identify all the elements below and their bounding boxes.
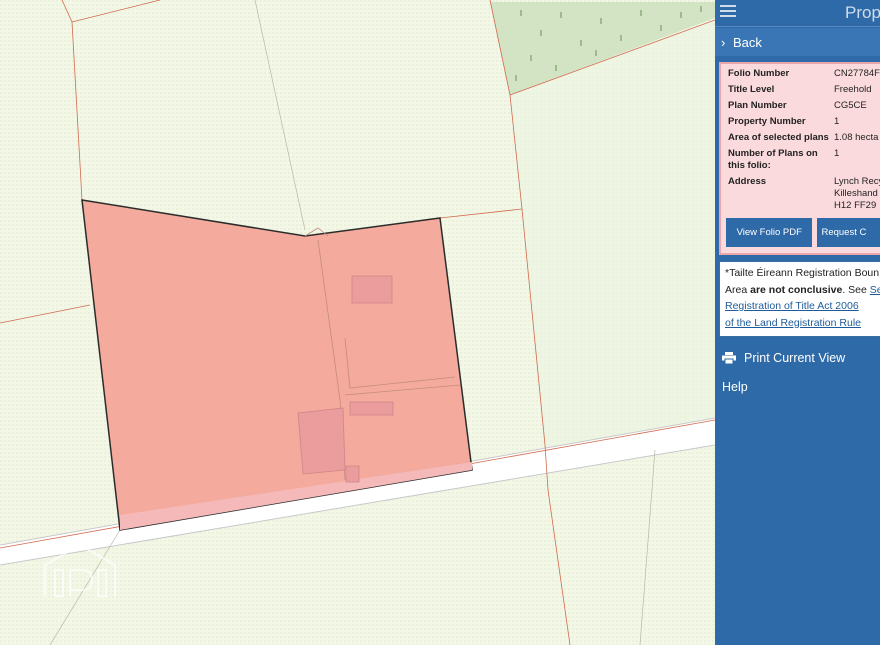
panel-title: Prop [845, 3, 880, 22]
map-canvas[interactable] [0, 0, 715, 645]
folio-number-label: Folio Number [728, 68, 790, 79]
folio-number-value: CN27784F [834, 68, 880, 79]
view-folio-pdf-button[interactable]: View Folio PDF [726, 218, 813, 247]
folio-actions: View Folio PDF Request C [721, 218, 880, 247]
folio-details-card: Folio Number CN27784F Title Level Freeho… [719, 62, 880, 255]
address-line: Lynch Recy [834, 176, 880, 187]
plan-number-value: CG5CE [834, 100, 867, 111]
notice-line: *Tailte Éireann Registration Boun [725, 267, 880, 279]
help-button[interactable]: Help [715, 374, 880, 400]
land-registration-rules-link[interactable]: of the Land Registration Rule [725, 317, 861, 329]
panel-header: Prop [715, 0, 880, 27]
folio-row: Folio Number CN27784F [721, 68, 880, 80]
back-button[interactable]: › Back [715, 28, 880, 56]
back-label: Back [733, 34, 762, 50]
notice-text: . See [842, 283, 870, 296]
notice-line: of the Land Registration Rule [725, 315, 880, 332]
folio-row: Address Lynch Recy Killeshand H12 FF29 [721, 176, 880, 212]
registration-act-link[interactable]: Registration of Title Act 2006 [725, 300, 859, 312]
folio-row: Area of selected plans 1.08 hecta [721, 132, 880, 144]
property-number-label: Property Number [728, 116, 806, 127]
selected-parcel [81, 199, 473, 531]
folio-row: Title Level Freehold [721, 84, 880, 96]
registration-notice: *Tailte Éireann Registration Boun Area a… [719, 261, 880, 337]
print-label: Print Current View [744, 351, 846, 365]
printer-icon [722, 352, 736, 364]
folio-row: Property Number 1 [721, 116, 880, 128]
notice-bold-text: are not conclusive [750, 283, 843, 296]
property-panel: Prop › Back Folio Number CN27784F Title … [715, 0, 880, 645]
field-right [510, 20, 715, 460]
address-label: Address [728, 176, 767, 187]
folio-row: Plan Number CG5CE [721, 100, 880, 112]
address-line: H12 FF29 [834, 200, 877, 211]
area-value: 1.08 hecta [834, 132, 879, 143]
chevron-right-icon: › [721, 34, 726, 50]
map-view[interactable] [0, 0, 715, 645]
plans-count-value: 1 [834, 148, 840, 159]
address-line: Killeshand [834, 188, 878, 199]
menu-icon[interactable] [720, 5, 736, 19]
plans-count-label: Number of Plans on this folio: [728, 148, 818, 171]
title-level-label: Title Level [728, 84, 775, 95]
notice-text: Area [725, 283, 751, 296]
property-number-value: 1 [834, 116, 840, 127]
address-value: Lynch Recy Killeshand H12 FF29 [834, 176, 880, 212]
title-level-value: Freehold [834, 84, 872, 95]
help-label: Help [722, 380, 748, 394]
folio-row: Number of Plans on this folio: 1 [721, 148, 880, 172]
plan-number-label: Plan Number [728, 100, 787, 111]
area-label: Area of selected plans [728, 132, 829, 143]
request-button[interactable]: Request C [817, 218, 880, 247]
notice-line: Registration of Title Act 2006 [725, 298, 880, 315]
notice-link[interactable]: Se [870, 284, 880, 296]
notice-line: Area are not conclusive. See Se [725, 282, 880, 299]
print-current-view-button[interactable]: Print Current View [715, 345, 880, 371]
